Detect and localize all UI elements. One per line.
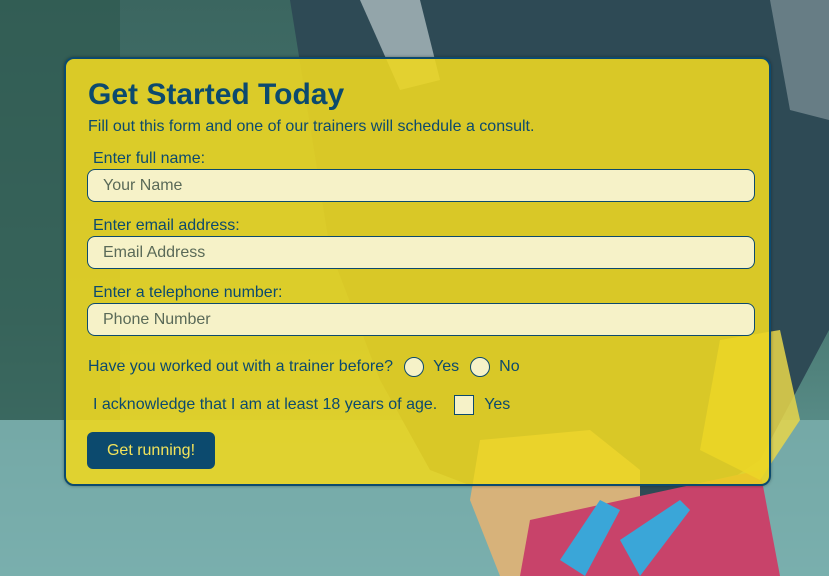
get-running-button[interactable]: Get running! (87, 432, 215, 469)
full-name-input[interactable] (87, 169, 755, 202)
age-ack-row: I acknowledge that I am at least 18 year… (93, 393, 510, 417)
phone-label: Enter a telephone number: (93, 284, 283, 301)
trainer-yes-label: Yes (433, 358, 460, 375)
age-ack-label: I acknowledge that I am at least 18 year… (93, 396, 438, 413)
form-subtitle: Fill out this form and one of our traine… (88, 118, 535, 135)
phone-input[interactable] (87, 303, 755, 336)
age-ack-yes-label: Yes (484, 396, 511, 413)
trainer-no-label: No (499, 358, 520, 375)
email-input[interactable] (87, 236, 755, 269)
age-ack-checkbox[interactable] (454, 395, 475, 415)
trainer-yes-radio[interactable] (404, 357, 425, 377)
trainer-question-label: Have you worked out with a trainer befor… (88, 358, 394, 375)
trainer-no-radio[interactable] (470, 357, 491, 377)
form-title: Get Started Today (88, 78, 345, 111)
signup-form: Get Started Today Fill out this form and… (64, 57, 771, 486)
email-label: Enter email address: (93, 217, 240, 234)
full-name-label: Enter full name: (93, 150, 206, 167)
trainer-question-row: Have you worked out with a trainer befor… (88, 355, 520, 379)
